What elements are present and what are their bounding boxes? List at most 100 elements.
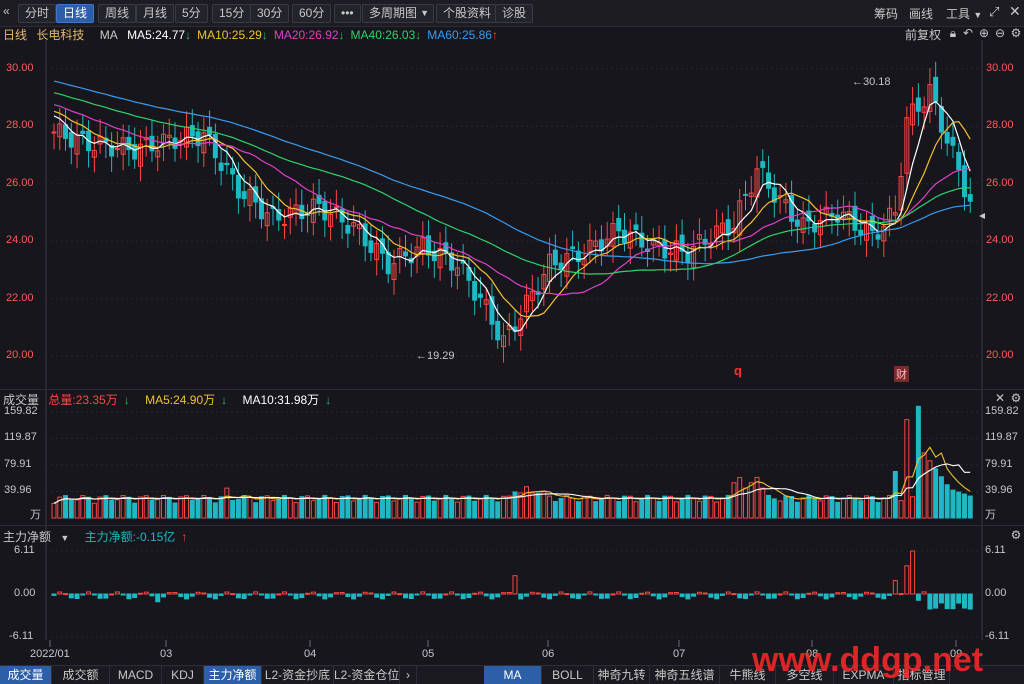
financial-report-marker[interactable]: 财 — [894, 366, 909, 382]
candle-body — [726, 220, 730, 236]
bottom-tab-6[interactable]: L2-资金仓位 — [334, 666, 400, 684]
flow-bar — [801, 594, 805, 598]
flow-bar — [911, 551, 915, 594]
flow-bar — [478, 592, 482, 594]
flow-bar — [363, 592, 367, 594]
next-tabs-icon[interactable]: › — [400, 666, 417, 684]
indicator-tab-2[interactable]: 神奇九转 — [594, 666, 650, 684]
flow-bar — [242, 594, 246, 599]
volume-bar — [599, 498, 603, 518]
volume-bar — [876, 503, 880, 518]
flow-bar — [208, 594, 212, 597]
volume-bar — [386, 496, 390, 518]
flow-bar — [259, 594, 263, 595]
bottom-tab-1[interactable]: 成交额 — [52, 666, 110, 684]
flow-tick-right: -6.11 — [985, 630, 1009, 642]
bottom-tab-0[interactable]: 成交量 — [0, 666, 52, 684]
flow-bar — [236, 594, 240, 598]
volume-ma5-line — [54, 447, 970, 503]
candle-body — [916, 98, 920, 111]
bottom-tab-3[interactable]: KDJ — [162, 666, 204, 684]
vol-tick-right: 79.91 — [985, 458, 1013, 470]
volume-bar — [300, 497, 304, 518]
low-price-label: ←19.29 — [416, 350, 455, 362]
flow-bar — [634, 594, 638, 598]
volume-bar — [968, 496, 972, 518]
q-marker[interactable]: q — [734, 363, 742, 378]
volume-bar — [899, 501, 903, 518]
indicator-tab-0[interactable]: MA — [484, 666, 542, 684]
kline-chart[interactable] — [0, 0, 1024, 665]
volume-bar — [92, 503, 96, 518]
flow-bar — [404, 594, 408, 598]
flow-title[interactable]: 主力净额 ▼ — [3, 530, 75, 544]
flow-bar — [663, 594, 667, 597]
volume-bar — [818, 501, 822, 518]
volume-bar — [167, 497, 171, 518]
volume-bar — [697, 501, 701, 518]
y-tick-left: 26.00 — [6, 177, 34, 189]
flow-bar — [830, 594, 834, 597]
flow-bar — [865, 592, 869, 594]
volume-bar — [957, 492, 961, 518]
indicator-tab-3[interactable]: 神奇五线谱 — [650, 666, 720, 684]
flow-bar — [127, 594, 131, 599]
pane-settings-icon[interactable]: ⚙ — [1010, 392, 1022, 404]
volume-ma5: MA5:24.90万 ↓ — [145, 393, 233, 407]
volume-bar — [657, 501, 661, 518]
volume-bar — [784, 496, 788, 518]
candle-body — [795, 220, 799, 226]
pane-settings-icon[interactable]: ⚙ — [1010, 529, 1022, 541]
flow-bar — [870, 593, 874, 594]
flow-bar — [605, 594, 609, 598]
candle-body — [496, 321, 500, 339]
volume-bar — [680, 498, 684, 518]
candle-body — [767, 173, 771, 188]
volume-bar — [761, 488, 765, 518]
volume-bar — [52, 503, 56, 518]
volume-bar — [110, 500, 114, 518]
bottom-tab-2[interactable]: MACD — [110, 666, 162, 684]
volume-bar — [744, 488, 748, 518]
volume-bar — [294, 503, 298, 518]
volume-bar — [254, 503, 258, 518]
x-axis-label: 04 — [304, 648, 316, 660]
volume-bar — [450, 498, 454, 518]
volume-bar — [231, 500, 235, 518]
volume-bar — [219, 497, 223, 518]
bottom-tab-5[interactable]: L2-资金抄底 — [262, 666, 334, 684]
volume-bar — [640, 498, 644, 518]
volume-bar — [455, 502, 459, 518]
volume-bar — [582, 496, 586, 518]
candle-body — [115, 149, 119, 150]
flow-bar — [899, 594, 903, 595]
x-axis-label: 03 — [160, 648, 172, 660]
close-pane-icon[interactable]: ✕ — [994, 392, 1006, 404]
flow-bar — [432, 594, 436, 598]
volume-bar — [865, 496, 869, 518]
flow-bar — [473, 593, 477, 594]
candle-body — [473, 282, 477, 301]
candle-body — [52, 132, 56, 133]
volume-bar — [801, 498, 805, 518]
vol-tick-left: 79.91 — [4, 458, 32, 470]
flow-bar — [288, 594, 292, 595]
volume-bar — [841, 498, 845, 518]
candle-body — [957, 152, 961, 169]
ma60-line — [54, 81, 970, 264]
indicator-tab-1[interactable]: BOLL — [542, 666, 594, 684]
volume-bar — [951, 490, 955, 518]
flow-bar — [357, 594, 361, 596]
volume-bar — [467, 496, 471, 518]
volume-bar — [795, 502, 799, 518]
flow-bar — [271, 594, 275, 598]
flow-bar — [928, 594, 932, 609]
flow-bar — [375, 594, 379, 597]
bottom-tab-4[interactable]: 主力净额 — [204, 666, 262, 684]
vol-tick-right: 119.87 — [985, 431, 1018, 443]
volume-bar — [265, 496, 269, 518]
volume-bar — [248, 498, 252, 518]
flow-tick-left: 6.11 — [14, 544, 35, 556]
flow-bar — [576, 594, 580, 599]
flow-bar — [778, 594, 782, 595]
